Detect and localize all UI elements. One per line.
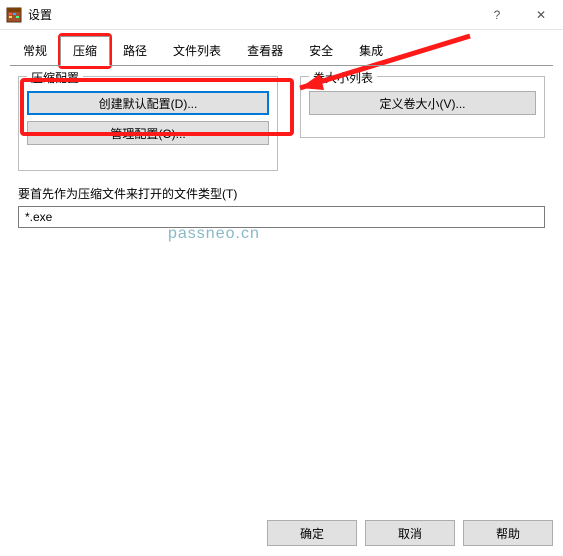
help-icon: ? (494, 8, 501, 22)
group-compress-profiles: 压缩配置 创建默认配置(D)... 管理配置(O)... (18, 76, 278, 171)
titlebar: 设置 ? ✕ (0, 0, 563, 30)
tab-path[interactable]: 路径 (110, 36, 160, 66)
define-volume-size-button[interactable]: 定义卷大小(V)... (309, 91, 536, 115)
tab-strip: 常规 压缩 路径 文件列表 查看器 安全 集成 (0, 30, 563, 66)
tab-viewer[interactable]: 查看器 (234, 36, 296, 66)
window-title: 设置 (28, 6, 475, 23)
close-button[interactable]: ✕ (519, 0, 563, 30)
tab-security[interactable]: 安全 (296, 36, 346, 66)
tab-compress[interactable]: 压缩 (60, 36, 110, 66)
tab-integration[interactable]: 集成 (346, 36, 396, 66)
group-volume-list: 卷大小列表 定义卷大小(V)... (300, 76, 545, 138)
app-icon (6, 7, 22, 23)
filetype-input[interactable] (18, 206, 545, 228)
group-compress-title: 压缩配置 (27, 69, 83, 86)
help-footer-button[interactable]: 帮助 (463, 520, 553, 546)
create-default-profile-button[interactable]: 创建默认配置(D)... (27, 91, 269, 115)
ok-button[interactable]: 确定 (267, 520, 357, 546)
help-button[interactable]: ? (475, 0, 519, 30)
dialog-footer: 确定 取消 帮助 (267, 520, 553, 546)
filetype-label: 要首先作为压缩文件来打开的文件类型(T) (18, 185, 545, 202)
tab-filelist[interactable]: 文件列表 (160, 36, 234, 66)
group-volume-title: 卷大小列表 (309, 69, 377, 86)
manage-profiles-button[interactable]: 管理配置(O)... (27, 121, 269, 145)
tab-content: 压缩配置 创建默认配置(D)... 管理配置(O)... 卷大小列表 定义卷大小… (0, 66, 563, 506)
close-icon: ✕ (536, 8, 546, 22)
tab-general[interactable]: 常规 (10, 36, 60, 66)
cancel-button[interactable]: 取消 (365, 520, 455, 546)
